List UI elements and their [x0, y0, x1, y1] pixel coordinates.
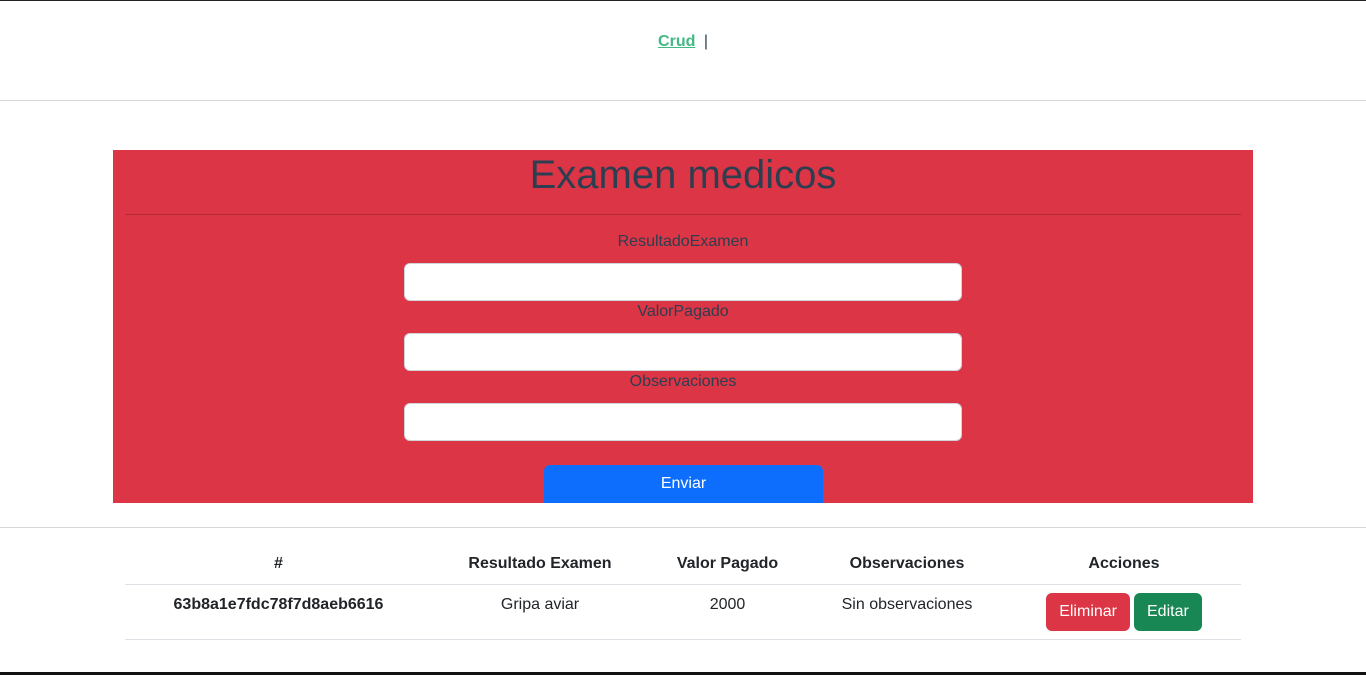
form-title: Examen medicos — [529, 153, 837, 197]
resultado-examen-label: ResultadoExamen — [617, 233, 749, 250]
table-row: 63b8a1e7fdc78f7d8aeb6616 Gripa aviar 200… — [125, 584, 1241, 640]
row-actions: Eliminar Editar — [1007, 584, 1241, 640]
delete-button[interactable]: Eliminar — [1046, 593, 1130, 631]
observaciones-input[interactable] — [404, 403, 962, 441]
valor-pagado-input[interactable] — [404, 333, 962, 371]
column-header-acciones: Acciones — [1007, 543, 1241, 585]
exams-table: # Resultado Examen Valor Pagado Observac… — [125, 543, 1241, 640]
top-nav: Crud | — [0, 1, 1366, 101]
nav-link-crud[interactable]: Crud — [658, 33, 695, 50]
column-header-resultado: Resultado Examen — [432, 543, 648, 585]
row-valor: 2000 — [648, 584, 807, 640]
table-header-row: # Resultado Examen Valor Pagado Observac… — [125, 543, 1241, 585]
valor-pagado-label: ValorPagado — [637, 303, 729, 320]
nav-links: Crud | — [0, 33, 1366, 51]
row-id: 63b8a1e7fdc78f7d8aeb6616 — [125, 584, 432, 640]
observaciones-label: Observaciones — [629, 373, 737, 390]
exam-form-panel: Examen medicos ResultadoExamen ValorPaga… — [113, 150, 1253, 503]
section-divider — [0, 527, 1366, 528]
column-header-valor: Valor Pagado — [648, 543, 807, 585]
column-header-id: # — [125, 543, 432, 585]
title-divider — [125, 214, 1241, 215]
nav-separator: | — [703, 33, 708, 50]
column-header-observaciones: Observaciones — [807, 543, 1007, 585]
row-resultado: Gripa aviar — [432, 584, 648, 640]
submit-button[interactable]: Enviar — [544, 465, 823, 503]
row-observaciones: Sin observaciones — [807, 584, 1007, 640]
edit-button[interactable]: Editar — [1134, 593, 1202, 631]
resultado-examen-input[interactable] — [404, 263, 962, 301]
